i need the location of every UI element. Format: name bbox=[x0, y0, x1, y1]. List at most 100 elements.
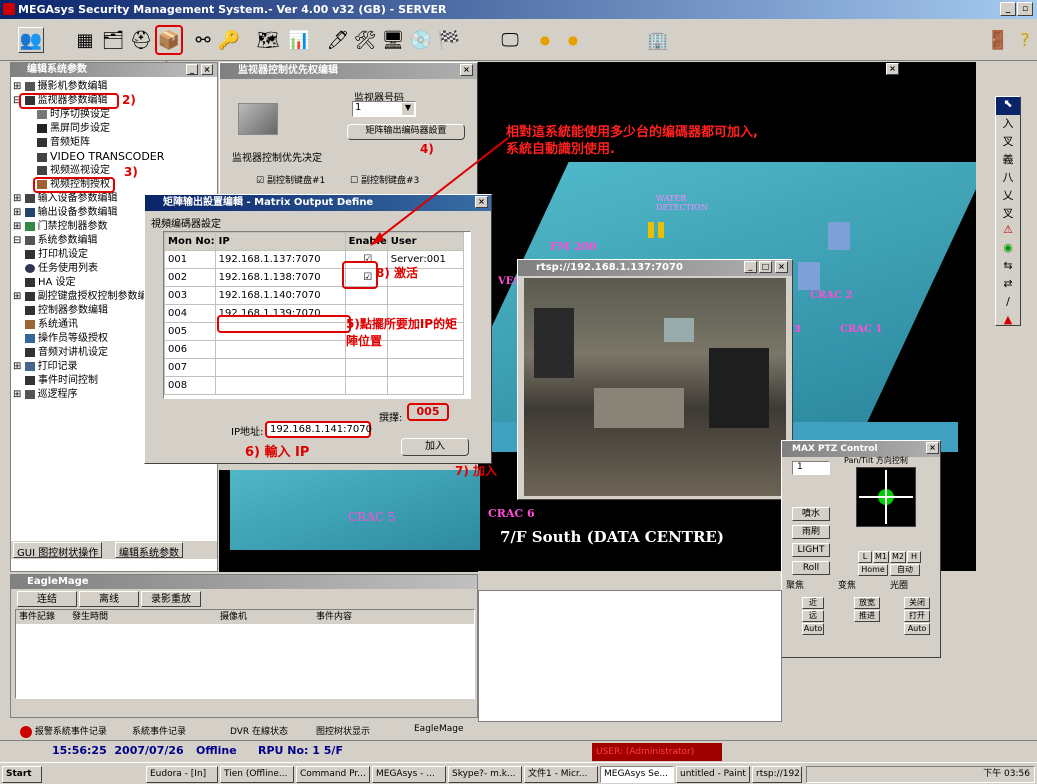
tool-c-icon[interactable]: 義 bbox=[996, 151, 1020, 169]
tool-cursor-icon[interactable]: ⬉ bbox=[996, 97, 1020, 115]
speed-m2-button[interactable]: M2 bbox=[890, 551, 906, 563]
light-button[interactable]: LIGHT bbox=[792, 543, 830, 557]
rtsp-max-button[interactable]: □ bbox=[759, 261, 772, 273]
tool-a-icon[interactable]: 入 bbox=[996, 115, 1020, 133]
taskbar-item-2[interactable]: Tien (Offline... bbox=[220, 766, 294, 783]
auto-scan-button[interactable]: 自动 bbox=[890, 564, 920, 576]
hat-icon[interactable]: ⛑ bbox=[128, 27, 154, 53]
taskbar-item-7[interactable]: MEGAsys Se... bbox=[600, 766, 674, 783]
tool-g-icon[interactable]: ⚠ bbox=[996, 223, 1020, 241]
tool-j-icon[interactable]: ⇄ bbox=[996, 277, 1020, 295]
rtsp-close-button[interactable]: × bbox=[775, 261, 788, 273]
tool-e-icon[interactable]: 乂 bbox=[996, 187, 1020, 205]
tab-gui-tree[interactable]: GUI 图控树状操作 bbox=[13, 542, 103, 559]
tool-b-icon[interactable]: 叉 bbox=[996, 133, 1020, 151]
disconnect-button[interactable]: 离线 bbox=[79, 591, 139, 607]
taskbar-item-3[interactable]: Command Pr... bbox=[296, 766, 370, 783]
monitor-close-button[interactable]: × bbox=[460, 64, 473, 76]
tree-item-audio-matrix[interactable]: 音频矩阵 bbox=[13, 136, 215, 150]
connect-button[interactable]: 连结 bbox=[17, 591, 77, 607]
focus-auto-button[interactable]: Auto bbox=[802, 623, 824, 635]
tree-item-monitor[interactable]: ⊟ 监视器参数编辑 bbox=[13, 93, 215, 109]
table-row[interactable]: 001 192.168.1.137:7070 ☑ Server:001 bbox=[164, 250, 465, 269]
tool-i-icon[interactable]: ⇆ bbox=[996, 259, 1020, 277]
map-icon[interactable]: 🗺 bbox=[255, 27, 281, 53]
building-icon[interactable]: 🏢 bbox=[645, 27, 671, 53]
tree-item-blackscreen[interactable]: 黑屏同步设定 bbox=[13, 122, 215, 136]
tool-l-icon[interactable]: ▲ bbox=[996, 313, 1020, 331]
tree-icon[interactable]: 🗂 bbox=[100, 27, 126, 53]
tab-eaglemage[interactable]: EagleMage bbox=[414, 724, 463, 734]
iris-auto-button[interactable]: Auto bbox=[904, 623, 930, 635]
table-row[interactable]: 007 bbox=[164, 358, 465, 377]
layout-icon[interactable]: ▦ bbox=[72, 27, 98, 53]
taskbar-item-5[interactable]: Skype?- m.k... bbox=[448, 766, 522, 783]
taskbar-item-9[interactable]: rtsp://192.1... bbox=[752, 766, 802, 783]
screen-icon[interactable]: 🖵 bbox=[497, 27, 523, 53]
wide-button[interactable]: 放宽 bbox=[854, 597, 880, 609]
connect-icon[interactable]: ⚯ bbox=[190, 27, 216, 53]
tab-system-log[interactable]: 系統事件记录 bbox=[132, 724, 186, 737]
enable-checkbox[interactable] bbox=[344, 358, 388, 377]
panel-min-button[interactable]: _ bbox=[186, 64, 198, 75]
wash-button[interactable]: 噴水 bbox=[792, 507, 830, 521]
tools-icon[interactable]: 🛠 bbox=[352, 27, 378, 53]
help-icon[interactable]: ? bbox=[1012, 27, 1037, 53]
tool-h-icon[interactable]: ◉ bbox=[996, 241, 1020, 259]
key-icon[interactable]: 🔑 bbox=[216, 27, 242, 53]
light2-icon[interactable]: ● bbox=[560, 27, 586, 53]
keyboard1-checkbox[interactable]: ☑ 副控制键盘#1 bbox=[256, 173, 325, 186]
light-icon[interactable]: ● bbox=[532, 27, 558, 53]
speed-l-button[interactable]: L bbox=[858, 551, 872, 563]
flag-icon[interactable]: 🏁 bbox=[436, 27, 462, 53]
tree-item-patrol[interactable]: 视频巡视设定 bbox=[13, 164, 215, 178]
wiper-button[interactable]: 雨刷 bbox=[792, 525, 830, 539]
tree-item-transcoder[interactable]: VIDEO TRANSCODER bbox=[13, 150, 215, 164]
tree-item-video-auth[interactable]: 视频控制授权 bbox=[13, 177, 215, 193]
enable-checkbox[interactable] bbox=[344, 286, 388, 305]
taskbar-item-1[interactable]: Eudora - [In] bbox=[146, 766, 218, 783]
tree-item-camera[interactable]: ⊞ 摄影机参数编辑 bbox=[13, 80, 215, 94]
speed-h-button[interactable]: H bbox=[907, 551, 921, 563]
table-row[interactable]: 008 bbox=[164, 376, 465, 395]
exit-icon[interactable]: 🚪 bbox=[985, 27, 1011, 53]
chart-icon[interactable]: 📊 bbox=[286, 27, 312, 53]
iris-close-button[interactable]: 关闭 bbox=[904, 597, 930, 609]
event-list[interactable]: 事件記錄 發生時間 摄像机 事件内容 bbox=[15, 609, 475, 699]
tab-dvr-status[interactable]: DVR 在線状态 bbox=[230, 724, 288, 737]
tab-tree-view[interactable]: 图控树状显示 bbox=[316, 724, 370, 737]
rtsp-min-button[interactable]: _ bbox=[744, 261, 757, 273]
tele-button[interactable]: 推进 bbox=[854, 610, 880, 622]
tab-alarm-log[interactable]: 报警系統事件记录 bbox=[20, 724, 107, 738]
ptz-camera-number[interactable]: 1 bbox=[792, 461, 830, 475]
chevron-down-icon[interactable]: ▼ bbox=[402, 103, 414, 115]
tool-f-icon[interactable]: 叉 bbox=[996, 205, 1020, 223]
disc-icon[interactable]: 💿 bbox=[408, 27, 434, 53]
taskbar-item-6[interactable]: 文件1 - Micr... bbox=[524, 766, 598, 783]
taskbar-item-8[interactable]: untitled - Paint bbox=[676, 766, 750, 783]
edit-system-icon[interactable]: 📦 bbox=[155, 25, 183, 55]
tree-item-sequence[interactable]: 时序切换设定 bbox=[13, 108, 215, 122]
home-button[interactable]: Home bbox=[858, 564, 888, 576]
tool-d-icon[interactable]: 八 bbox=[996, 169, 1020, 187]
iris-open-button[interactable]: 打开 bbox=[904, 610, 930, 622]
ip-input[interactable]: 192.168.1.141:7070 bbox=[265, 421, 372, 438]
add-button[interactable]: 加入 bbox=[401, 438, 469, 456]
user-icon[interactable]: 👥 bbox=[18, 27, 44, 53]
near-button[interactable]: 近 bbox=[802, 597, 824, 609]
start-button[interactable]: Start bbox=[2, 766, 42, 783]
speed-m1-button[interactable]: M1 bbox=[873, 551, 889, 563]
scene-close-button[interactable]: × bbox=[886, 63, 899, 75]
ptz-close-button[interactable]: × bbox=[926, 442, 939, 454]
far-button[interactable]: 远 bbox=[802, 610, 824, 622]
tool-k-icon[interactable]: ∕ bbox=[996, 295, 1020, 313]
monitor-number-select[interactable]: 1 ▼ bbox=[352, 101, 416, 117]
panel-close-button[interactable]: × bbox=[201, 64, 213, 75]
minimize-button[interactable]: _ bbox=[1000, 2, 1016, 16]
monitor-icon[interactable]: 🖥 bbox=[380, 27, 406, 53]
pantilt-pad[interactable] bbox=[856, 467, 916, 527]
enable-checkbox[interactable] bbox=[344, 376, 388, 395]
roll-button[interactable]: Roll bbox=[792, 561, 830, 575]
table-row[interactable]: 002 192.168.1.138:7070 ☑ bbox=[164, 268, 465, 287]
pen-icon[interactable]: 🖊 bbox=[325, 27, 351, 53]
